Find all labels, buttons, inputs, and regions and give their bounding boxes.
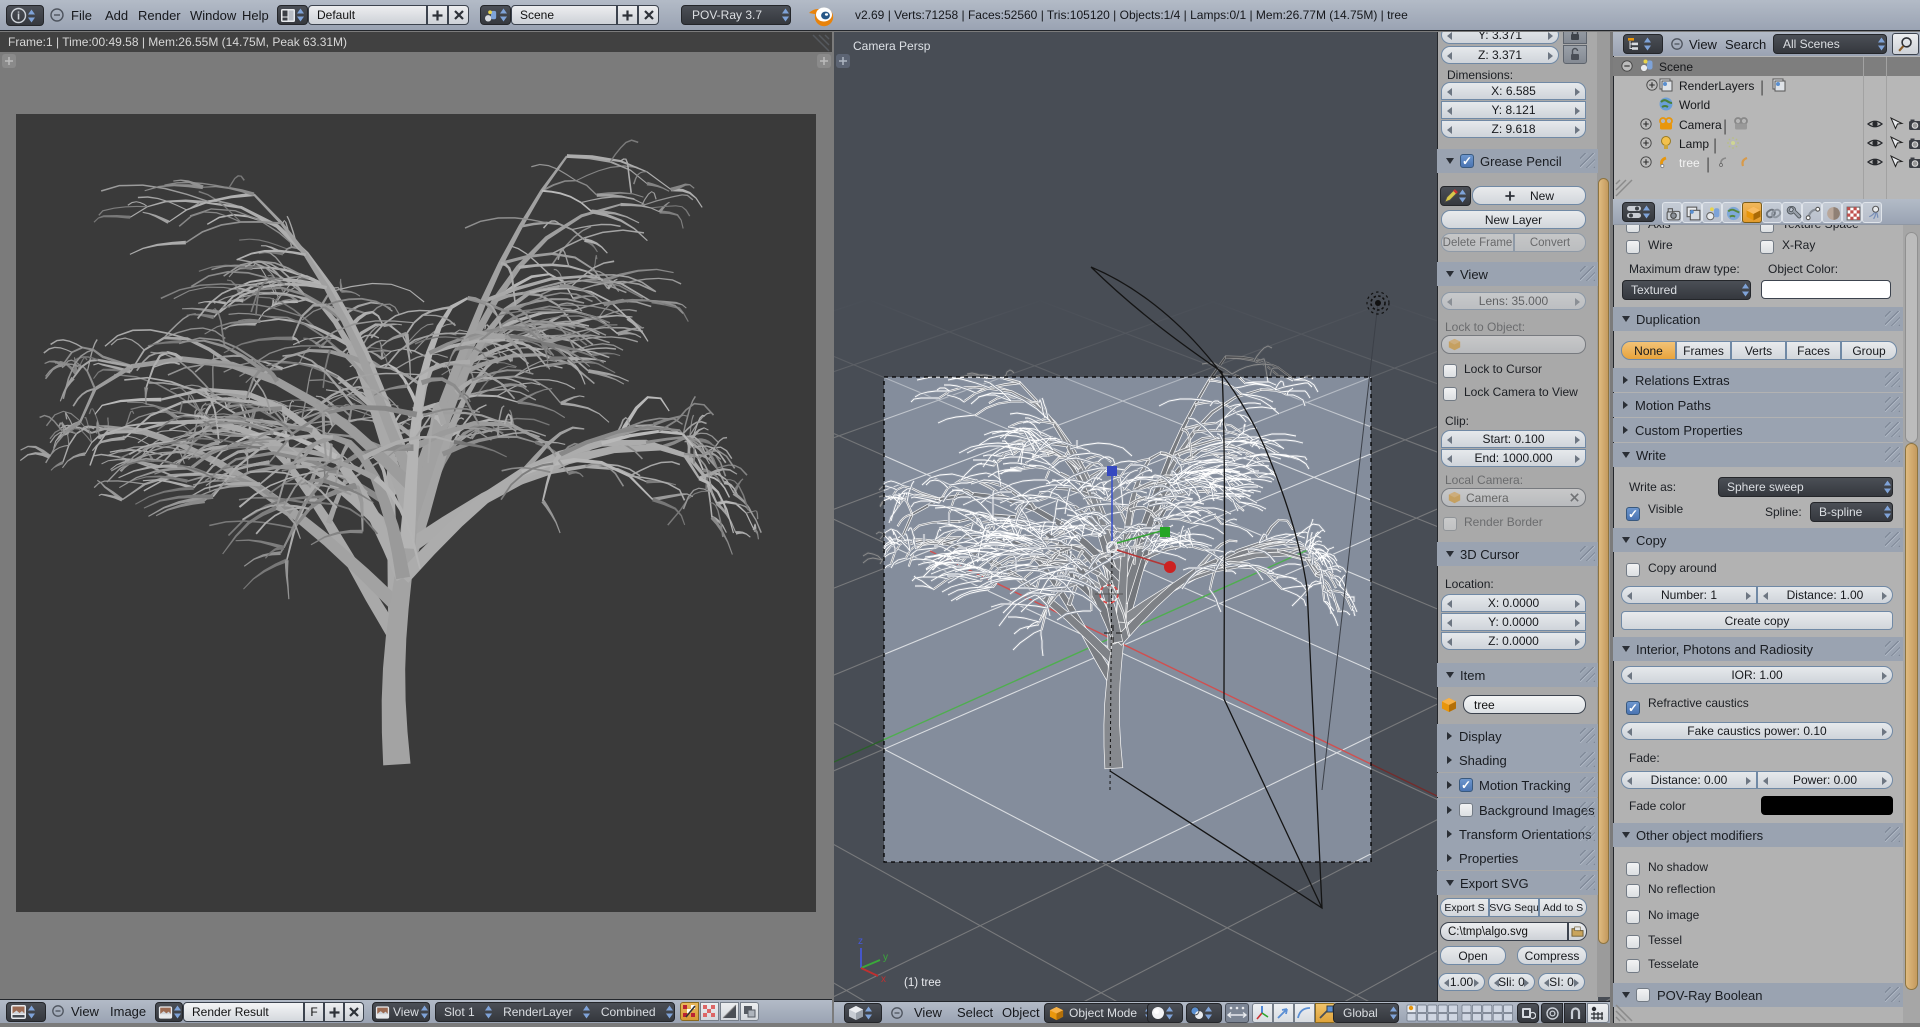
svg-text:z: z bbox=[858, 936, 863, 947]
svg-text:(1) tree: (1) tree bbox=[904, 977, 941, 989]
svg-text:y: y bbox=[883, 952, 888, 963]
svg-text:i: i bbox=[17, 11, 20, 23]
svg-text:Camera Persp: Camera Persp bbox=[853, 39, 931, 53]
svg-text:x: x bbox=[881, 974, 886, 985]
